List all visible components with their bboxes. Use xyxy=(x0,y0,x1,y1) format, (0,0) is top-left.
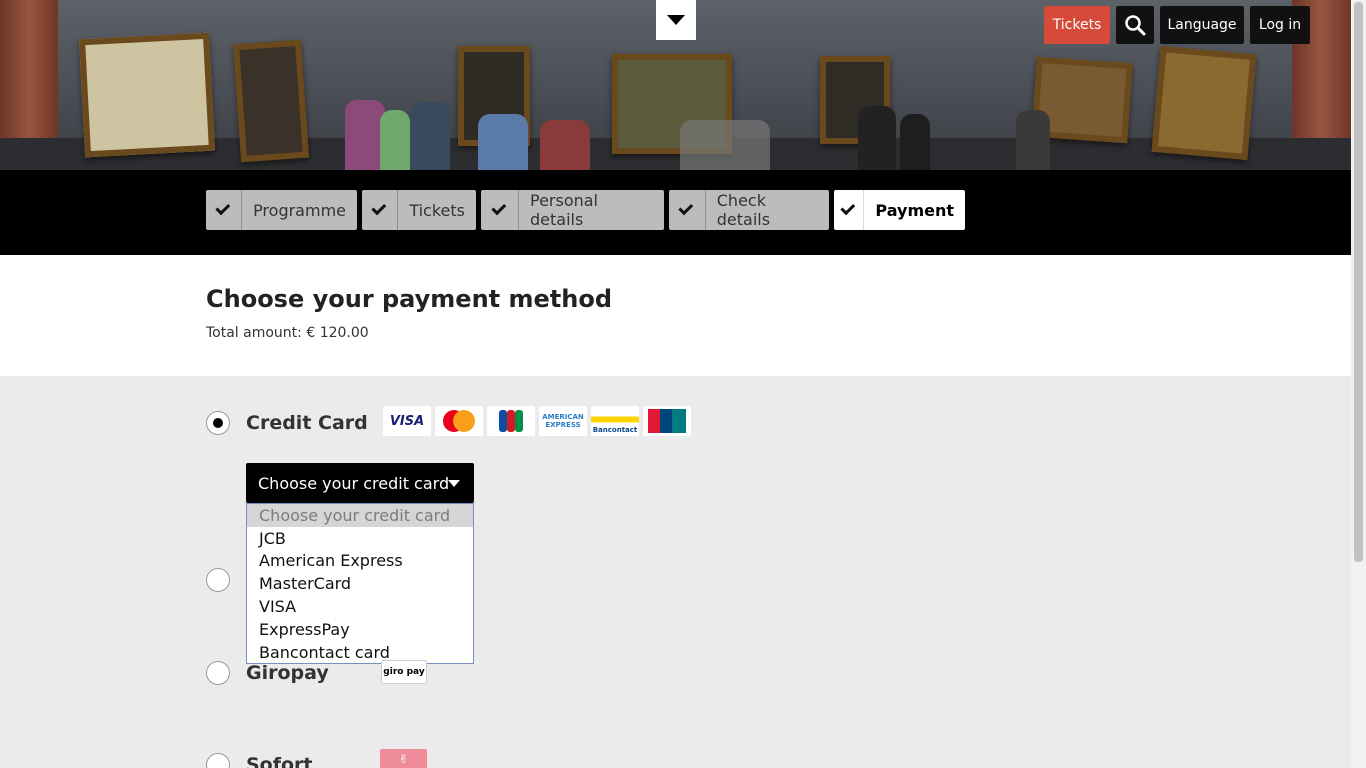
language-button[interactable]: Language xyxy=(1160,6,1244,44)
radio-giropay[interactable] xyxy=(206,661,230,685)
visitor xyxy=(900,114,930,170)
visitor xyxy=(858,106,896,170)
option-expresspay[interactable]: ExpressPay xyxy=(247,618,473,641)
page-title: Choose your payment method xyxy=(206,285,612,313)
giropay-logo: giro pay xyxy=(381,660,427,684)
checkout-steps: Programme Tickets Personal details Check… xyxy=(0,170,1351,255)
step-label: Tickets xyxy=(409,200,465,220)
painting-portrait xyxy=(1151,46,1257,160)
method-label-giropay: Giropay xyxy=(246,662,329,684)
radio-second-method[interactable] xyxy=(206,568,230,592)
amex-logo: AMERICAN EXPRESS xyxy=(539,406,587,436)
check-icon xyxy=(362,190,399,230)
step-personal-details[interactable]: Personal details xyxy=(481,190,664,230)
option-mastercard[interactable]: MasterCard xyxy=(247,572,473,595)
visitor xyxy=(540,120,590,170)
step-programme[interactable]: Programme xyxy=(206,190,357,230)
unionpay-icon xyxy=(648,409,686,433)
bancontact-logo: Bancontact xyxy=(591,406,639,436)
check-icon xyxy=(669,190,706,230)
option-bancontact-card[interactable]: Bancontact card xyxy=(247,641,473,664)
tickets-button[interactable]: Tickets xyxy=(1044,6,1110,44)
visitor xyxy=(345,100,385,170)
step-payment[interactable]: Payment xyxy=(834,190,965,230)
mastercard-logo xyxy=(435,406,483,436)
scrollbar-thumb[interactable] xyxy=(1354,2,1363,562)
option-american-express[interactable]: American Express xyxy=(247,550,473,573)
chevron-down-icon xyxy=(448,480,460,487)
visa-logo: VISA xyxy=(383,406,431,436)
painting-portrait xyxy=(232,39,310,163)
step-label: Personal details xyxy=(529,191,598,229)
step-label: Programme xyxy=(253,200,346,220)
visitor xyxy=(478,114,528,170)
credit-card-select[interactable]: Choose your credit card xyxy=(246,463,474,503)
victory-hand-icon: ✌ xyxy=(398,751,409,766)
step-label: Check details xyxy=(716,191,771,229)
option-placeholder[interactable]: Choose your credit card xyxy=(247,504,473,527)
radio-credit-card[interactable] xyxy=(206,411,230,435)
giropay-logo-text: giro pay xyxy=(383,667,425,677)
step-check-details[interactable]: Check details xyxy=(669,190,829,230)
method-label-credit-card: Credit Card xyxy=(246,412,368,434)
step-tickets[interactable]: Tickets xyxy=(362,190,476,230)
visitor xyxy=(1016,110,1050,170)
mastercard-icon xyxy=(443,410,475,432)
check-icon xyxy=(481,190,519,230)
unionpay-logo xyxy=(643,406,691,436)
credit-card-dropdown: Choose your credit card JCB American Exp… xyxy=(246,503,474,664)
check-icon xyxy=(206,190,243,230)
check-icon xyxy=(834,190,865,230)
visitor xyxy=(680,120,770,170)
total-amount: Total amount: € 120.00 xyxy=(206,325,369,341)
sofort-logo: ✌ xyxy=(380,749,427,768)
search-button[interactable] xyxy=(1116,6,1154,44)
hero-banner: Tickets Language Log in xyxy=(0,0,1351,170)
hero-toggle-button[interactable] xyxy=(656,0,696,40)
method-label-sofort: Sofort xyxy=(246,754,313,768)
triangle-down-icon xyxy=(667,15,685,25)
option-visa[interactable]: VISA xyxy=(247,595,473,618)
jcb-logo xyxy=(487,406,535,436)
painting-still-life xyxy=(79,32,215,158)
search-icon xyxy=(1125,15,1146,36)
visitor xyxy=(410,102,450,170)
login-button[interactable]: Log in xyxy=(1250,6,1310,44)
visitor xyxy=(380,110,410,170)
page-scrollbar[interactable] xyxy=(1351,0,1366,768)
jcb-icon xyxy=(499,410,523,432)
step-label: Payment xyxy=(875,200,954,220)
credit-card-select-value: Choose your credit card xyxy=(258,473,450,493)
option-jcb[interactable]: JCB xyxy=(247,527,473,550)
